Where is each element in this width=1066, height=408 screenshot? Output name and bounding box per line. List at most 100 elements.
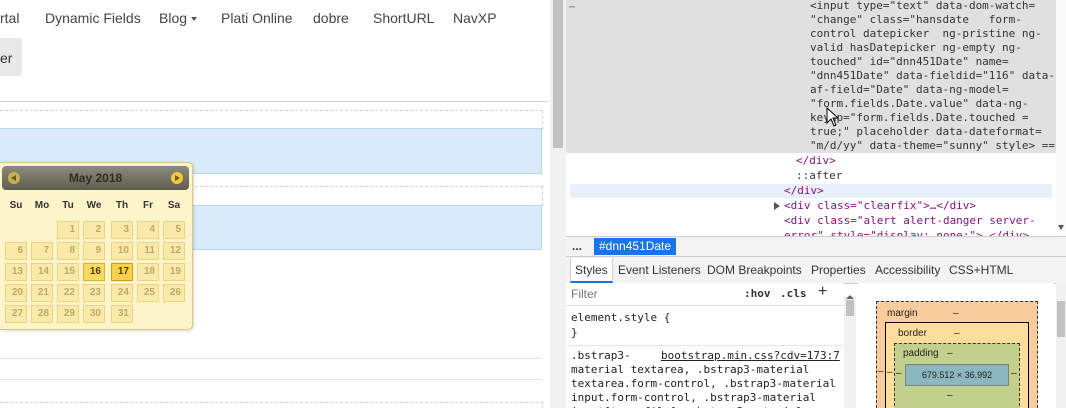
calendar-day[interactable]: 1 [57, 221, 79, 239]
nav-item-dynamic-fields[interactable]: Dynamic Fields [45, 10, 141, 26]
calendar-day[interactable]: 18 [137, 263, 159, 281]
calendar-day[interactable]: 14 [31, 263, 53, 281]
border-left-value: – [887, 367, 893, 378]
scroll-up-icon[interactable] [846, 295, 854, 299]
calendar-day[interactable]: 27 [5, 305, 27, 323]
nav-item-portal[interactable]: rtal [0, 10, 19, 26]
nav-item-navxp[interactable]: NavXP [453, 10, 497, 26]
calendar-day[interactable]: 6 [5, 242, 27, 260]
calendar-day[interactable]: 5 [163, 221, 185, 239]
styles-filter-input[interactable] [571, 287, 691, 301]
weekday-header: Fr [143, 200, 153, 211]
rule-source-link[interactable]: bootstrap.min.css?cdv=173:7 [661, 349, 840, 362]
padding-top-value: – [947, 348, 953, 359]
code-line: af-field="Date" data-ng-model= [810, 83, 1009, 96]
calendar-day[interactable]: 4 [137, 221, 159, 239]
form-row-outline [0, 402, 543, 408]
nav-item-dobre[interactable]: dobre [313, 10, 349, 26]
box-model-scrollbar-thumb[interactable] [1057, 301, 1065, 337]
new-rule-plus-icon[interactable]: + [818, 283, 827, 301]
collapsed-node[interactable]: <div class="clearfix">…</div> [784, 199, 976, 213]
scroll-down-icon[interactable] [1058, 225, 1064, 230]
border-label: border [898, 328, 927, 339]
elements-tree: ⋯ <input type="text" data-dom-watch= "cha… [566, 0, 1066, 236]
calendar-day[interactable]: 3 [111, 221, 133, 239]
box-model-scrollbar[interactable] [1056, 283, 1066, 408]
code-line[interactable]: </div> [796, 154, 836, 168]
calendar-day[interactable]: 30 [83, 305, 105, 323]
code-line[interactable]: <div class="alert alert-danger server- [784, 214, 1036, 228]
calendar-day[interactable]: 28 [31, 305, 53, 323]
tab-styles[interactable]: Styles [570, 258, 613, 283]
calendar-day[interactable]: 21 [31, 284, 53, 302]
sidebar-tabs: Styles Event Listeners DOM Breakpoints P… [566, 256, 1066, 284]
box-model-border[interactable]: border – – padding – – 679.512 × 36.992 … [885, 322, 1029, 408]
hov-toggle-button[interactable]: :hov [744, 287, 771, 300]
nav-item-plati-online[interactable]: Plati Online [221, 10, 293, 26]
element-style-close: } [571, 326, 578, 339]
divider [0, 379, 542, 380]
calendar-day[interactable]: 10 [111, 242, 133, 260]
tab-accessibility[interactable]: Accessibility [875, 263, 940, 277]
datepicker-month-title: May 2018 [68, 171, 123, 185]
calendar-day[interactable]: 19 [163, 263, 185, 281]
cls-toggle-button[interactable]: .cls [780, 287, 807, 300]
page-scrollbar-thumb[interactable] [553, 0, 563, 148]
code-line: true;" placeholder data-dateformat= [810, 125, 1042, 138]
code-line[interactable]: error" style="display: none;">…</div> [784, 229, 1029, 236]
calendar-day[interactable]: 29 [57, 305, 79, 323]
element-style-selector[interactable]: element.style { [571, 311, 670, 325]
breadcrumb-more[interactable]: ... [572, 239, 582, 253]
tab-event-listeners[interactable]: Event Listeners [618, 263, 701, 277]
expand-arrow-icon[interactable] [774, 202, 780, 210]
rule-selector-line: .bstrap3- [571, 349, 631, 362]
calendar-day[interactable]: 24 [111, 284, 133, 302]
code-line: "form.fields.Date.value" data-ng- [810, 97, 1029, 110]
box-model-content-size[interactable]: 679.512 × 36.992 [905, 364, 1009, 386]
calendar-day[interactable]: 9 [83, 242, 105, 260]
calendar-day[interactable]: 15 [57, 263, 79, 281]
code-line: touched" id="dnn451Date" name= [810, 55, 1009, 68]
calendar-day[interactable]: 2 [83, 221, 105, 239]
calendar-day[interactable]: 7 [31, 242, 53, 260]
box-model-padding[interactable]: padding – – 679.512 × 36.992 – – [894, 343, 1020, 408]
box-model-diagram: margin – – border – – padding – – 679.51… [858, 283, 1054, 408]
box-model-margin[interactable]: margin – – border – – padding – – 679.51… [876, 301, 1038, 408]
code-line: keyup="form.fields.Date.touched = [810, 111, 1029, 124]
code-line[interactable]: </div> [784, 184, 824, 198]
nav-item-blog-label: Blog [159, 10, 188, 26]
page-scrollbar[interactable] [550, 0, 566, 408]
calendar-day[interactable]: 20 [5, 284, 27, 302]
datepicker-header: May 2018 [2, 166, 189, 190]
calendar-day[interactable]: 25 [137, 284, 159, 302]
calendar-day[interactable]: 31 [111, 305, 133, 323]
calendar-day[interactable]: 22 [57, 284, 79, 302]
next-month-icon[interactable] [171, 172, 183, 184]
calendar-day[interactable]: 26 [163, 284, 185, 302]
header-button[interactable]: er [0, 38, 22, 76]
breadcrumb-active-node[interactable]: #dnn451Date [594, 238, 677, 255]
tab-properties[interactable]: Properties [811, 263, 866, 277]
header-button-label: er [0, 50, 13, 66]
tab-css-html[interactable]: CSS+HTML [949, 263, 1013, 277]
calendar-day[interactable]: 23 [83, 284, 105, 302]
nav-item-blog[interactable]: Blog [159, 10, 198, 26]
border-top-value: – [954, 328, 960, 339]
rule-selector-line: material textarea, .bstrap3-material [571, 363, 810, 376]
weekday-header: Mo [34, 200, 50, 211]
styles-scrollbar-thumb[interactable] [846, 300, 854, 316]
styles-scrollbar[interactable] [844, 295, 856, 408]
elements-scrollbar[interactable] [1056, 0, 1066, 236]
calendar-day[interactable]: 11 [137, 242, 159, 260]
calendar-day[interactable]: 16 [83, 263, 105, 281]
webpage-viewport: rtal Dynamic Fields Blog Plati Online do… [0, 0, 550, 408]
nav-item-shorturl[interactable]: ShortURL [373, 10, 434, 26]
code-line[interactable]: ::after [796, 169, 842, 183]
calendar-day[interactable]: 12 [163, 242, 185, 260]
calendar-day[interactable]: 13 [5, 263, 27, 281]
dom-breadcrumb: ... #dnn451Date [566, 236, 1066, 256]
calendar-day[interactable]: 17 [111, 263, 133, 281]
tab-dom-breakpoints[interactable]: DOM Breakpoints [707, 263, 802, 277]
calendar-day[interactable]: 8 [57, 242, 79, 260]
node-menu-ellipsis-icon[interactable]: ⋯ [569, 2, 575, 13]
